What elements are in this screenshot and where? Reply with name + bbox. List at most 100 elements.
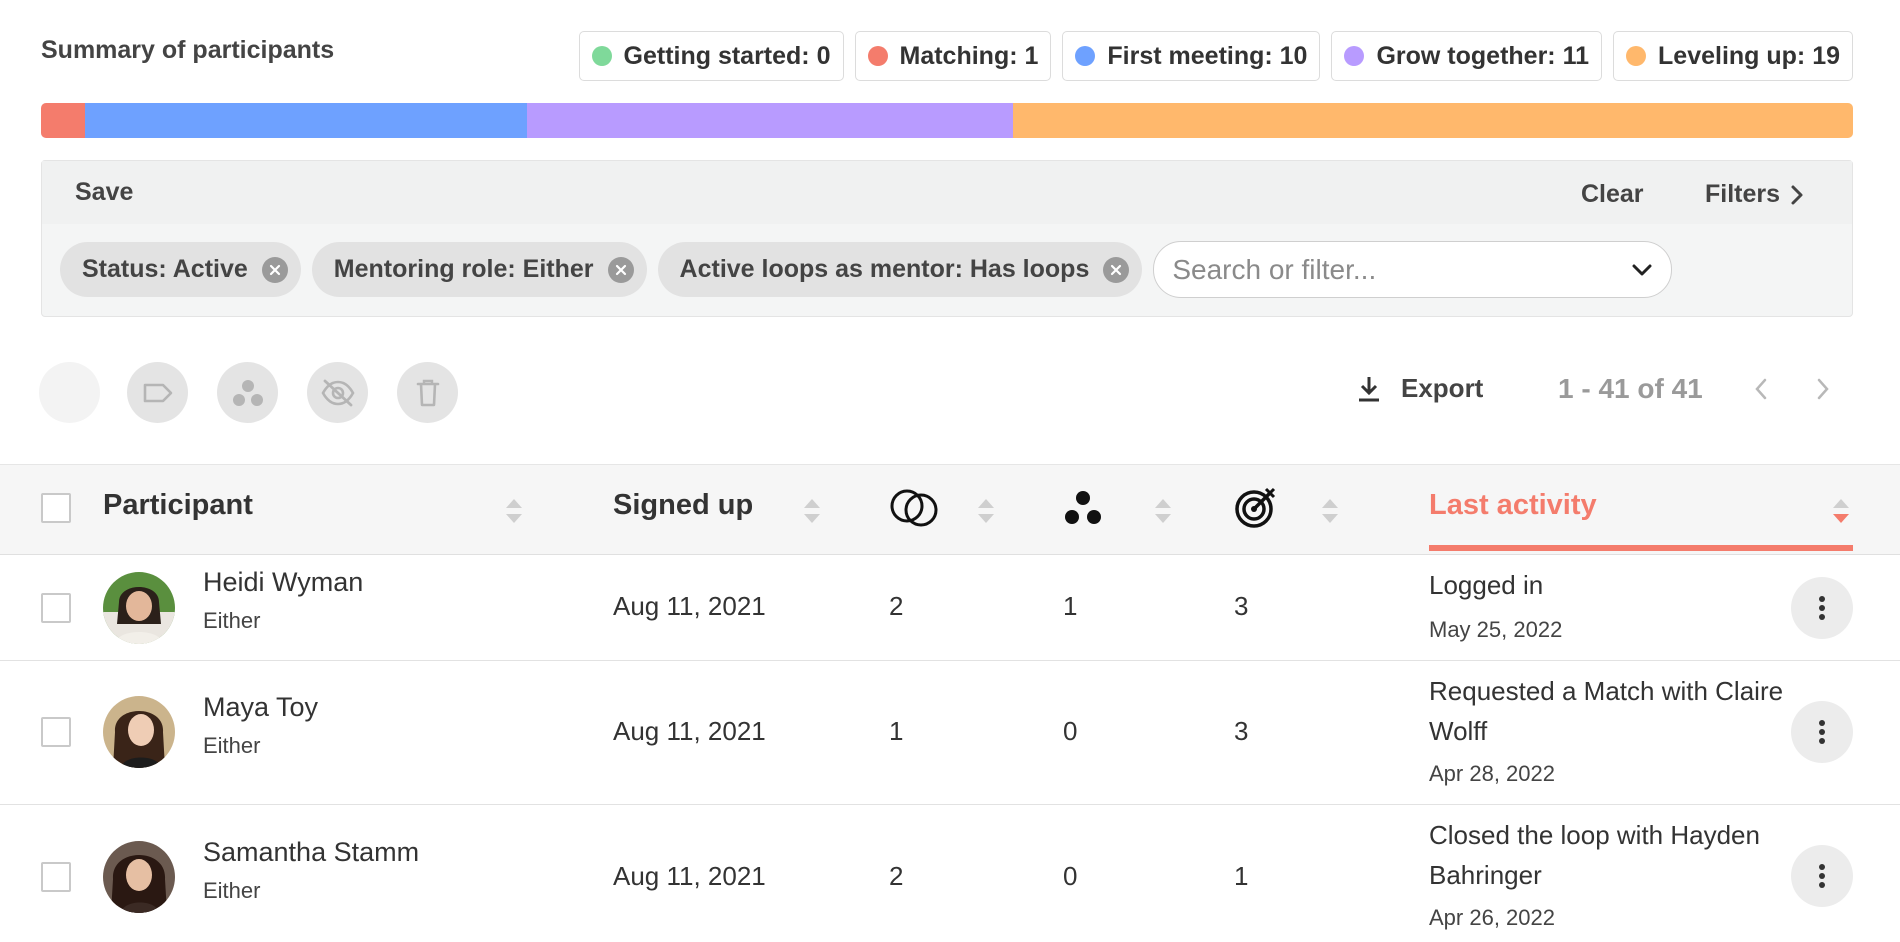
next-page-icon[interactable] xyxy=(1815,376,1831,402)
loops-count: 2 xyxy=(889,861,904,891)
trash-icon xyxy=(416,379,439,406)
status-bar-segment xyxy=(85,103,528,138)
last-activity-date: Apr 28, 2022 xyxy=(1429,761,1555,786)
last-activity-date: Apr 26, 2022 xyxy=(1429,905,1555,930)
legend-getting-started[interactable]: Getting started: 0 xyxy=(578,31,844,81)
more-vertical-icon xyxy=(1819,720,1825,744)
chevron-right-icon xyxy=(1791,185,1803,204)
legend-matching[interactable]: Matching: 1 xyxy=(854,31,1052,81)
legend-label: First meeting: 10 xyxy=(1107,41,1308,70)
summary-title: Summary of participants xyxy=(41,36,335,64)
table-row[interactable]: Heidi Wyman Either Aug 11, 2021 2 1 3 Lo… xyxy=(0,555,1900,661)
export-button[interactable]: Export xyxy=(1357,373,1483,404)
filter-panel: Save Clear Filters Status: Active Mentor… xyxy=(41,160,1853,317)
tag-icon xyxy=(143,383,172,402)
groups-count: 0 xyxy=(1063,861,1078,891)
last-activity-date: May 25, 2022 xyxy=(1429,617,1563,642)
table-row[interactable]: Maya Toy Either Aug 11, 2021 1 0 3 Reque… xyxy=(0,661,1900,805)
groups-count: 1 xyxy=(1063,591,1078,621)
loops-count: 2 xyxy=(889,591,904,621)
row-checkbox[interactable] xyxy=(41,717,71,747)
group-button[interactable] xyxy=(217,362,278,423)
table-header: Participant Signed up Last activity xyxy=(0,464,1900,555)
groups-icon[interactable] xyxy=(1063,489,1103,527)
filter-chip-active-loops[interactable]: Active loops as mentor: Has loops xyxy=(657,242,1143,297)
participant-name[interactable]: Maya Toy xyxy=(203,692,318,723)
row-checkbox[interactable] xyxy=(41,862,71,892)
legend-first-meeting[interactable]: First meeting: 10 xyxy=(1062,31,1321,81)
column-last-activity[interactable]: Last activity xyxy=(1429,489,1597,522)
participant-name[interactable]: Heidi Wyman xyxy=(203,567,363,598)
filter-chip-status[interactable]: Status: Active xyxy=(60,242,301,297)
signed-up-date: Aug 11, 2021 xyxy=(613,716,766,746)
group-icon xyxy=(232,379,263,406)
avatar xyxy=(103,841,175,913)
sort-descending-icon[interactable] xyxy=(1830,495,1852,527)
row-checkbox[interactable] xyxy=(41,593,71,623)
more-vertical-icon xyxy=(1819,864,1825,888)
groups-count: 0 xyxy=(1063,716,1078,746)
loops-icon[interactable] xyxy=(889,485,941,531)
search-filter-field[interactable] xyxy=(1153,241,1673,298)
eye-off-icon xyxy=(321,379,354,406)
chevron-down-icon[interactable] xyxy=(1631,263,1653,277)
hide-button[interactable] xyxy=(307,362,368,423)
legend-leveling-up[interactable]: Leveling up: 19 xyxy=(1613,31,1853,81)
select-all-checkbox[interactable] xyxy=(41,493,71,523)
sort-icon[interactable] xyxy=(503,495,525,527)
status-distribution-bar xyxy=(41,103,1853,138)
filter-chips: Status: Active Mentoring role: Either Ac… xyxy=(60,241,1673,298)
chip-label: Status: Active xyxy=(82,255,248,283)
sort-icon[interactable] xyxy=(801,495,823,527)
sort-icon[interactable] xyxy=(1319,495,1341,527)
remove-chip-icon[interactable] xyxy=(261,256,288,283)
participant-role: Either xyxy=(203,608,261,633)
participant-role: Either xyxy=(203,733,261,758)
goals-icon[interactable] xyxy=(1234,485,1278,529)
getting-started-dot-icon xyxy=(591,46,612,66)
row-menu-button[interactable] xyxy=(1791,845,1853,907)
status-bar-segment xyxy=(527,103,1014,138)
save-button[interactable]: Save xyxy=(75,178,133,207)
loops-count: 1 xyxy=(889,716,904,746)
participant-role: Either xyxy=(203,878,261,903)
legend-label: Getting started: 0 xyxy=(623,41,831,70)
filter-panel-header: Save Clear Filters xyxy=(42,161,1852,224)
legend-label: Matching: 1 xyxy=(899,41,1039,70)
goals-count: 3 xyxy=(1234,591,1249,621)
remove-chip-icon[interactable] xyxy=(607,256,634,283)
clear-button[interactable]: Clear xyxy=(1581,180,1644,209)
delete-button[interactable] xyxy=(397,362,458,423)
status-legend: Getting started: 0 Matching: 1 First mee… xyxy=(578,31,1853,81)
more-vertical-icon xyxy=(1819,596,1825,620)
sort-icon[interactable] xyxy=(1152,495,1174,527)
table-row[interactable]: Samantha Stamm Either Aug 11, 2021 2 0 1… xyxy=(0,805,1900,942)
filter-chip-mentoring-role[interactable]: Mentoring role: Either xyxy=(311,242,647,297)
sorted-column-indicator xyxy=(1429,545,1853,551)
remove-chip-icon[interactable] xyxy=(1103,256,1130,283)
search-input[interactable] xyxy=(1172,253,1593,286)
row-menu-button[interactable] xyxy=(1791,701,1853,763)
legend-grow-together[interactable]: Grow together: 11 xyxy=(1331,31,1603,81)
select-all-button[interactable] xyxy=(39,362,100,423)
last-activity-text: Requested a Match with Claire Wolff xyxy=(1429,676,1784,746)
leveling-up-dot-icon xyxy=(1626,46,1647,66)
signed-up-date: Aug 11, 2021 xyxy=(613,591,766,621)
column-participant[interactable]: Participant xyxy=(103,489,253,522)
row-menu-button[interactable] xyxy=(1791,577,1853,639)
avatar xyxy=(103,696,175,768)
previous-page-icon[interactable] xyxy=(1753,376,1769,402)
participant-name[interactable]: Samantha Stamm xyxy=(203,837,419,868)
filters-button[interactable]: Filters xyxy=(1705,180,1804,209)
avatar xyxy=(103,572,175,644)
tag-button[interactable] xyxy=(127,362,188,423)
pagination-range: 1 - 41 of 41 xyxy=(1558,373,1703,404)
chip-label: Mentoring role: Either xyxy=(333,255,594,283)
filters-label: Filters xyxy=(1705,180,1781,208)
legend-label: Leveling up: 19 xyxy=(1658,41,1840,70)
last-activity-text: Closed the loop with Hayden Bahringer xyxy=(1429,820,1760,890)
column-signed-up[interactable]: Signed up xyxy=(613,489,753,522)
chip-label: Active loops as mentor: Has loops xyxy=(679,255,1090,283)
grow-together-dot-icon xyxy=(1344,46,1365,66)
sort-icon[interactable] xyxy=(975,495,997,527)
